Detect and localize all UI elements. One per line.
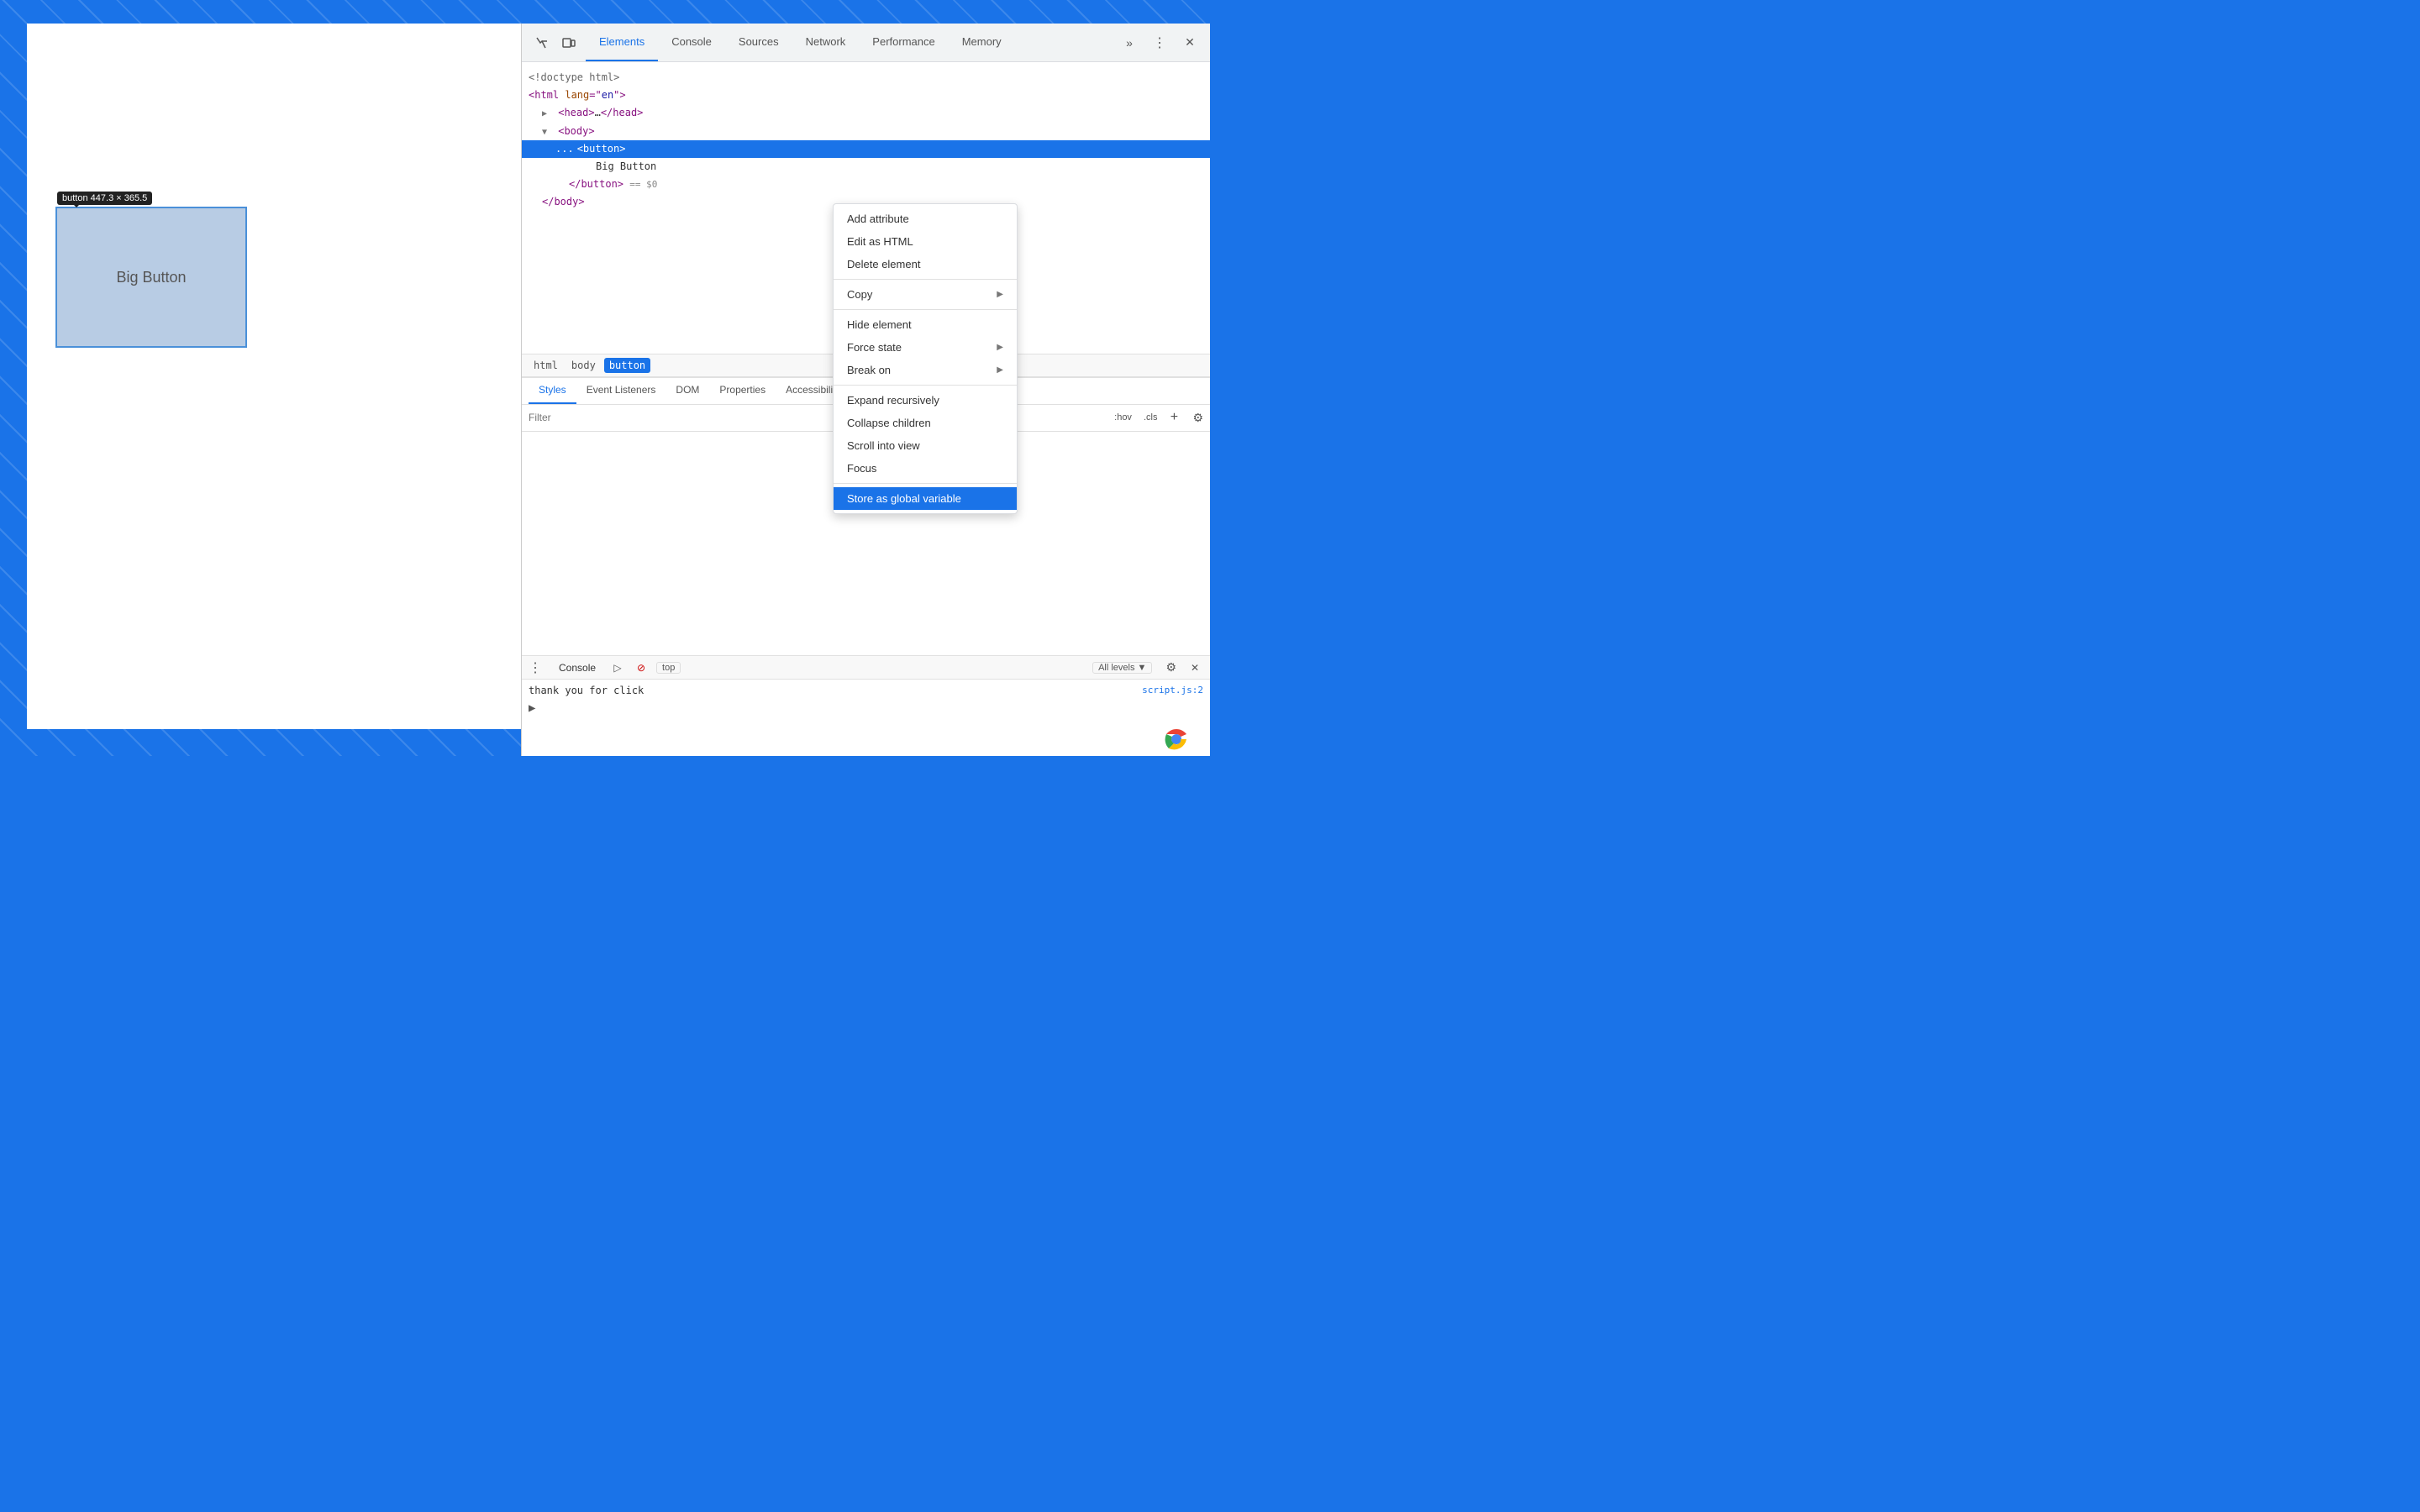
inspect-icon-btn[interactable]	[529, 29, 555, 56]
context-menu-delete-element[interactable]: Delete element	[834, 253, 1017, 276]
html-line-button-text[interactable]: Big Button	[522, 158, 1210, 176]
context-menu-copy[interactable]: Copy ▶	[834, 283, 1017, 306]
devtools-toolbar: Elements Console Sources Network Perform…	[522, 24, 1210, 62]
add-style-button[interactable]: +	[1165, 409, 1182, 426]
console-log-text: thank you for click	[529, 685, 644, 696]
tab-performance[interactable]: Performance	[859, 24, 948, 61]
console-gear-btn[interactable]: ⚙	[1165, 660, 1176, 675]
html-line-head[interactable]: ▶ <head>…</head>	[522, 104, 1210, 122]
tab-sources[interactable]: Sources	[725, 24, 792, 61]
context-menu-hide-element[interactable]: Hide element	[834, 313, 1017, 336]
context-menu-edit-html[interactable]: Edit as HTML	[834, 230, 1017, 253]
devtools-panel: Elements Console Sources Network Perform…	[521, 24, 1210, 756]
close-icon: ✕	[1185, 35, 1195, 50]
chrome-icon	[1163, 726, 1190, 753]
device-toolbar-btn[interactable]	[555, 29, 582, 56]
three-dots-icon: ⋮	[1153, 34, 1166, 51]
console-top-badge[interactable]: top	[656, 662, 681, 674]
html-line-button-close[interactable]: </button> == $0	[522, 176, 1210, 193]
tab-console[interactable]: Console	[658, 24, 725, 61]
context-menu-force-state[interactable]: Force state ▶	[834, 336, 1017, 359]
devtools-toolbar-right: » ⋮ ✕	[1116, 29, 1203, 56]
more-tabs-icon: »	[1126, 36, 1133, 50]
console-input-line: ▶	[529, 698, 1203, 718]
html-line-doctype[interactable]: <!doctype html>	[522, 69, 1210, 87]
big-button-label: Big Button	[116, 269, 186, 286]
styles-tab-event-listeners[interactable]: Event Listeners	[576, 378, 666, 404]
styles-tab-properties[interactable]: Properties	[709, 378, 776, 404]
html-line-button-selected[interactable]: ... <button>	[522, 140, 1210, 158]
context-menu-divider-3	[834, 385, 1017, 386]
context-menu-scroll-into-view[interactable]: Scroll into view	[834, 434, 1017, 457]
device-icon	[562, 36, 576, 50]
context-menu-store-global[interactable]: Store as global variable	[834, 487, 1017, 510]
context-menu-focus[interactable]: Focus	[834, 457, 1017, 480]
styles-tab-dom[interactable]: DOM	[666, 378, 709, 404]
element-tooltip: button 447.3 × 365.5	[57, 192, 152, 205]
inspect-icon	[535, 36, 549, 50]
console-content: thank you for click script.js:2 ▶	[522, 680, 1210, 756]
console-title: Console	[552, 662, 602, 674]
breadcrumb-html[interactable]: html	[529, 358, 563, 373]
context-menu-collapse-children[interactable]: Collapse children	[834, 412, 1017, 434]
styles-filter-input[interactable]	[529, 412, 1104, 423]
breadcrumb-button[interactable]: button	[604, 358, 650, 373]
gear-button[interactable]: ⚙	[1192, 411, 1203, 425]
context-menu-divider-1	[834, 279, 1017, 280]
context-menu-break-on[interactable]: Break on ▶	[834, 359, 1017, 381]
console-toolbar: ⋮ Console ▷ ⊘ top All levels ▼ ⚙ ✕	[522, 656, 1210, 680]
html-line-body[interactable]: ▼ <body>	[522, 123, 1210, 140]
html-line-html[interactable]: <html lang="en">	[522, 87, 1210, 104]
hov-button[interactable]: :hov	[1111, 411, 1135, 424]
cls-button[interactable]: .cls	[1140, 411, 1161, 424]
console-section: ⋮ Console ▷ ⊘ top All levels ▼ ⚙ ✕ thank…	[522, 655, 1210, 756]
console-prompt-icon: ▶	[529, 701, 535, 715]
tab-memory[interactable]: Memory	[949, 24, 1015, 61]
more-tabs-btn[interactable]: »	[1116, 29, 1143, 56]
devtools-tabs: Elements Console Sources Network Perform…	[586, 24, 1116, 61]
styles-filter-actions: :hov .cls +	[1111, 409, 1182, 426]
console-play-btn[interactable]: ▷	[609, 659, 626, 676]
context-menu-add-attribute[interactable]: Add attribute	[834, 207, 1017, 230]
tab-network[interactable]: Network	[792, 24, 860, 61]
big-button[interactable]: Big Button	[57, 208, 245, 346]
context-menu: Add attribute Edit as HTML Delete elemen…	[833, 203, 1018, 514]
tab-elements[interactable]: Elements	[586, 24, 658, 61]
context-menu-divider-4	[834, 483, 1017, 484]
console-all-levels-btn[interactable]: All levels ▼	[1092, 662, 1152, 674]
break-on-submenu-arrow: ▶	[997, 365, 1003, 375]
close-btn[interactable]: ✕	[1176, 29, 1203, 56]
console-log-line: thank you for click script.js:2	[529, 683, 1203, 698]
force-state-submenu-arrow: ▶	[997, 343, 1003, 352]
context-menu-divider-2	[834, 309, 1017, 310]
chrome-logo	[1160, 722, 1193, 756]
console-source[interactable]: script.js:2	[1142, 685, 1203, 696]
console-stop-btn[interactable]: ⊘	[633, 659, 650, 676]
breadcrumb-body[interactable]: body	[566, 358, 601, 373]
styles-tab-styles[interactable]: Styles	[529, 378, 576, 404]
context-menu-expand-recursively[interactable]: Expand recursively	[834, 389, 1017, 412]
console-close-btn[interactable]: ✕	[1186, 659, 1203, 676]
console-menu-icon[interactable]: ⋮	[529, 659, 542, 676]
copy-submenu-arrow: ▶	[997, 290, 1003, 299]
three-dots-btn[interactable]: ⋮	[1146, 29, 1173, 56]
